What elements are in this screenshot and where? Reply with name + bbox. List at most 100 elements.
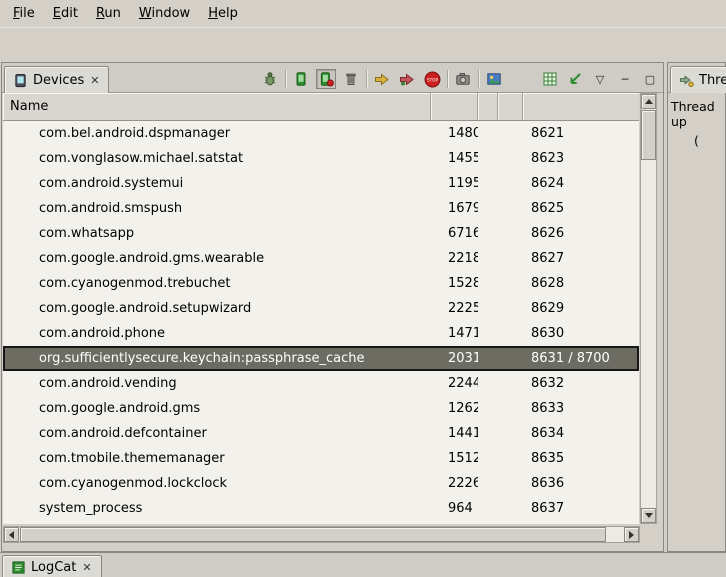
process-pid: 22265 <box>431 476 478 491</box>
process-name: com.cyanogenmod.lockclock <box>3 476 431 491</box>
table-row[interactable]: com.android.phone1471 8630 <box>3 321 639 346</box>
logcat-icon <box>11 560 26 575</box>
process-port: 8637 <box>523 501 639 516</box>
tab-devices[interactable]: Devices ✕ <box>4 66 109 93</box>
menu-file[interactable]: File <box>4 2 44 25</box>
table-row[interactable]: com.android.vending224408632 <box>3 371 639 396</box>
menu-window[interactable]: Window <box>130 2 199 25</box>
scroll-left-button[interactable] <box>4 527 19 542</box>
close-icon[interactable]: ✕ <box>81 561 92 574</box>
devices-toolbar: STOP ▽ ─ ▢ <box>260 68 660 90</box>
update-threads-icon[interactable] <box>372 69 392 89</box>
process-name: com.google.android.gms.wearable <box>3 251 431 266</box>
table-row[interactable]: com.tmobile.thememanager1512 8635 <box>3 446 639 471</box>
process-pid: 20311 <box>431 351 478 366</box>
tab-logcat[interactable]: LogCat ✕ <box>2 555 102 577</box>
threads-message-line2: ( <box>671 133 722 148</box>
process-name: com.vonglasow.michael.satstat <box>3 151 431 166</box>
column-header-name[interactable]: Name <box>3 93 431 120</box>
maximize-icon[interactable]: ▢ <box>640 69 660 89</box>
process-port: 8626 <box>523 226 639 241</box>
menu-edit[interactable]: Edit <box>44 2 87 25</box>
horizontal-scrollbar[interactable] <box>3 526 640 543</box>
process-pid: 6716 <box>431 226 478 241</box>
update-heap-icon[interactable] <box>291 69 311 89</box>
process-port: 8630 <box>523 326 639 341</box>
table-row[interactable]: com.whatsapp67168626 <box>3 221 639 246</box>
logcat-bar: LogCat ✕ <box>0 552 726 577</box>
process-name: com.cyanogenmod.trebuchet <box>3 276 431 291</box>
horizontal-scroll-thumb[interactable] <box>20 527 606 542</box>
scroll-down-button[interactable] <box>641 508 656 523</box>
svg-text:STOP: STOP <box>426 77 438 83</box>
table-row[interactable]: com.google.android.gms.wearable22185 8627 <box>3 246 639 271</box>
process-pid: 22250 <box>431 301 478 316</box>
process-name: system_process <box>3 501 431 516</box>
tab-threads[interactable]: Threads <box>670 66 726 93</box>
process-pid: 14411 <box>431 426 478 441</box>
process-port: 8635 <box>523 451 639 466</box>
dump-hprof-icon[interactable] <box>316 69 336 89</box>
menu-run[interactable]: Run <box>87 2 130 25</box>
process-pid: 1480 <box>431 126 478 141</box>
table-row[interactable]: com.cyanogenmod.trebuchet15288628 <box>3 271 639 296</box>
process-port: 8627 <box>523 251 639 266</box>
toolbar-separator <box>478 70 479 88</box>
process-port: 8625 <box>523 201 639 216</box>
table-row-selected[interactable]: org.sufficientlysecure.keychain:passphra… <box>3 346 639 371</box>
column-header-blank-1[interactable] <box>478 93 498 120</box>
table-row[interactable]: com.android.systemui11958624 <box>3 171 639 196</box>
gallery-icon[interactable] <box>484 69 504 89</box>
table-row[interactable]: com.cyanogenmod.lockclock22265 8636 <box>3 471 639 496</box>
process-port: 8636 <box>523 476 639 491</box>
device-icon <box>13 73 28 88</box>
toolbar-separator <box>447 70 448 88</box>
minimize-icon[interactable]: ─ <box>615 69 635 89</box>
process-pid: 22185 <box>431 251 478 266</box>
tab-threads-label: Threads <box>699 73 726 88</box>
table-row[interactable]: com.android.smspush16798625 <box>3 196 639 221</box>
process-pid: 1471 <box>431 326 478 341</box>
scroll-up-button[interactable] <box>641 94 656 109</box>
method-profiling-icon[interactable] <box>397 69 417 89</box>
process-name: com.google.android.gms <box>3 401 431 416</box>
process-name: com.android.defcontainer <box>3 426 431 441</box>
toolbar-separator <box>285 70 286 88</box>
vertical-scroll-thumb[interactable] <box>641 110 656 160</box>
process-name: com.tmobile.thememanager <box>3 451 431 466</box>
column-header-pid[interactable] <box>431 93 478 120</box>
table-row[interactable]: com.bel.android.dspmanager14808621 <box>3 121 639 146</box>
process-name: com.android.vending <box>3 376 431 391</box>
vertical-scrollbar[interactable] <box>640 93 657 524</box>
table-row[interactable]: com.android.defcontainer144118634 <box>3 421 639 446</box>
green-arrow-icon[interactable] <box>565 69 585 89</box>
process-name: com.android.phone <box>3 326 431 341</box>
debug-process-icon[interactable] <box>260 69 280 89</box>
green-grid-icon[interactable] <box>540 69 560 89</box>
table-row[interactable]: com.google.android.gms126238633 <box>3 396 639 421</box>
column-header-blank-2[interactable] <box>498 93 523 120</box>
table-row[interactable]: system_process964 8637 <box>3 496 639 521</box>
devices-view: Devices ✕ STOP <box>1 62 664 552</box>
scroll-right-button[interactable] <box>624 527 639 542</box>
process-pid: 1512 <box>431 451 478 466</box>
screen-capture-icon[interactable] <box>453 69 473 89</box>
process-port: 8624 <box>523 176 639 191</box>
close-icon[interactable]: ✕ <box>89 74 100 87</box>
threads-message-line1: Thread up <box>671 99 722 129</box>
device-table-body: com.bel.android.dspmanager14808621com.vo… <box>3 121 639 524</box>
view-menu-icon[interactable]: ▽ <box>590 69 610 89</box>
table-row[interactable]: com.vonglasow.michael.satstat145538623 <box>3 146 639 171</box>
threads-icon <box>679 73 694 88</box>
process-pid: 964 <box>431 501 478 516</box>
process-port: 8628 <box>523 276 639 291</box>
column-header-port[interactable] <box>523 93 639 120</box>
process-name: com.android.systemui <box>3 176 431 191</box>
menu-help[interactable]: Help <box>199 2 247 25</box>
toolbar-separator <box>366 70 367 88</box>
process-name: org.sufficientlysecure.keychain:passphra… <box>3 351 431 366</box>
process-name: com.bel.android.dspmanager <box>3 126 431 141</box>
cause-gc-icon[interactable] <box>341 69 361 89</box>
table-row[interactable]: com.google.android.setupwizard222508629 <box>3 296 639 321</box>
stop-process-icon[interactable]: STOP <box>422 69 442 89</box>
